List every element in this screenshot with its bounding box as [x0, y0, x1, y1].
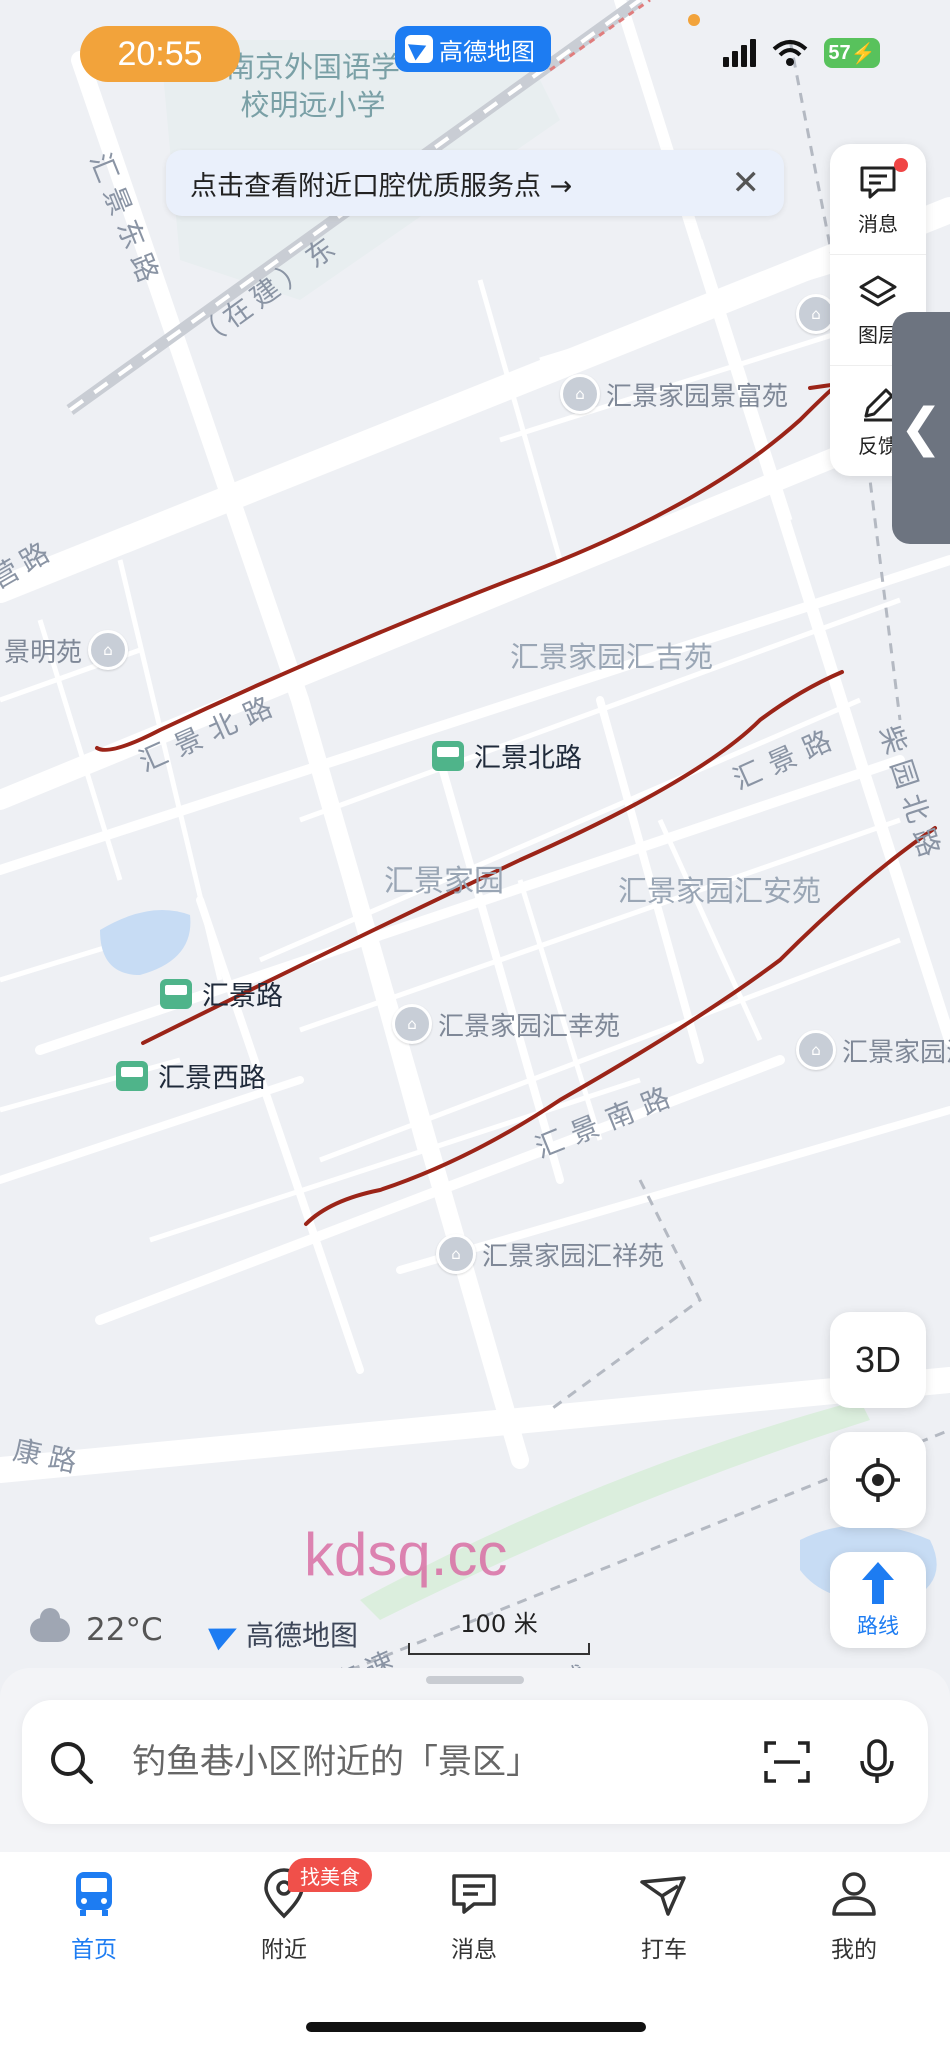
cloud-icon	[30, 1608, 70, 1642]
locate-crosshair-icon	[856, 1458, 900, 1502]
amap-logo-icon	[405, 35, 433, 63]
route-arrow-icon	[862, 1562, 894, 1604]
school-label[interactable]: 南京外国语学 校明远小学	[226, 48, 400, 124]
home-indicator[interactable]	[306, 2022, 646, 2032]
promo-banner[interactable]: 点击查看附近口腔优质服务点 → ✕	[166, 150, 784, 216]
residence-icon: ⌂	[436, 1234, 476, 1274]
message-icon	[860, 166, 896, 198]
toolbar-messages-button[interactable]: 消息	[830, 144, 926, 254]
app-switch-pill[interactable]: 高德地图	[395, 26, 551, 72]
cellular-signal-icon	[723, 39, 756, 67]
nearby-food-badge[interactable]: 找美食	[288, 1858, 372, 1892]
scan-icon[interactable]	[762, 1737, 812, 1787]
3d-view-button[interactable]: 3D	[830, 1312, 926, 1408]
bus-icon	[76, 1872, 112, 1916]
tab-home[interactable]: 首页	[34, 1868, 154, 1964]
message-icon	[452, 1874, 496, 1914]
promo-banner-text[interactable]: 点击查看附近口腔优质服务点 →	[190, 164, 572, 203]
battery-indicator: 57 ⚡	[824, 38, 880, 68]
weather-widget[interactable]: 22°C	[30, 1608, 163, 1648]
residence-icon: ⌂	[560, 374, 600, 414]
taxi-flag-icon	[640, 1876, 686, 1916]
close-icon[interactable]: ✕	[732, 166, 761, 200]
search-bar[interactable]	[22, 1700, 928, 1824]
poi-jingfu[interactable]: ⌂ 汇景家园景富苑	[560, 374, 788, 414]
user-icon	[832, 1872, 876, 1916]
bus-stop-huijing[interactable]: 汇景路	[160, 974, 283, 1013]
wifi-icon	[772, 40, 808, 66]
amap-logo-icon	[210, 1620, 240, 1648]
search-input[interactable]	[130, 1741, 716, 1783]
poi-huiji[interactable]: 汇景家园汇吉苑	[510, 634, 713, 676]
bus-stop-icon	[116, 1060, 148, 1091]
privacy-dot-icon	[688, 14, 700, 26]
poi-huian[interactable]: 汇景家园汇安苑	[618, 868, 821, 910]
tab-taxi[interactable]: 打车	[604, 1868, 724, 1964]
bus-stop-icon	[432, 740, 464, 771]
locate-me-button[interactable]	[830, 1432, 926, 1528]
residence-icon: ⌂	[796, 1030, 836, 1070]
poi-jingming[interactable]: 景明苑 ⌂	[4, 630, 129, 670]
chevron-left-icon: ❮	[899, 398, 943, 458]
microphone-icon[interactable]	[852, 1737, 902, 1787]
search-icon	[51, 1742, 93, 1784]
residence-icon: ⌂	[88, 630, 129, 670]
watermark-text: kdsq.cc	[304, 1521, 508, 1588]
layers-icon	[859, 275, 897, 306]
scale-bar	[408, 1643, 590, 1655]
unread-dot	[894, 158, 908, 172]
poi-huixing[interactable]: ⌂ 汇景家园汇幸苑	[392, 1004, 620, 1044]
poi-huixiang[interactable]: ⌂ 汇景家园汇祥苑	[436, 1234, 664, 1274]
sheet-grabber[interactable]	[426, 1676, 524, 1684]
bus-stop-north[interactable]: 汇景北路	[432, 736, 582, 775]
amap-brand: 高德地图	[210, 1614, 358, 1654]
status-time: 20:55	[80, 26, 240, 82]
bus-stop-west[interactable]: 汇景西路	[116, 1056, 266, 1095]
residence-icon: ⌂	[392, 1004, 432, 1044]
bus-stop-icon	[160, 978, 192, 1009]
map-scale: 100 米	[408, 1604, 590, 1655]
tab-messages[interactable]: 消息	[414, 1868, 534, 1964]
tab-mine[interactable]: 我的	[794, 1868, 914, 1964]
route-button[interactable]: 路线	[830, 1552, 926, 1648]
poi-huijing-right[interactable]: ⌂ 汇景家园汇	[796, 1030, 950, 1070]
status-indicators: 57 ⚡	[723, 38, 880, 68]
side-drawer-handle[interactable]: ❮	[892, 312, 950, 544]
area-label-huijing-jiayuan: 汇景家园	[384, 864, 504, 899]
